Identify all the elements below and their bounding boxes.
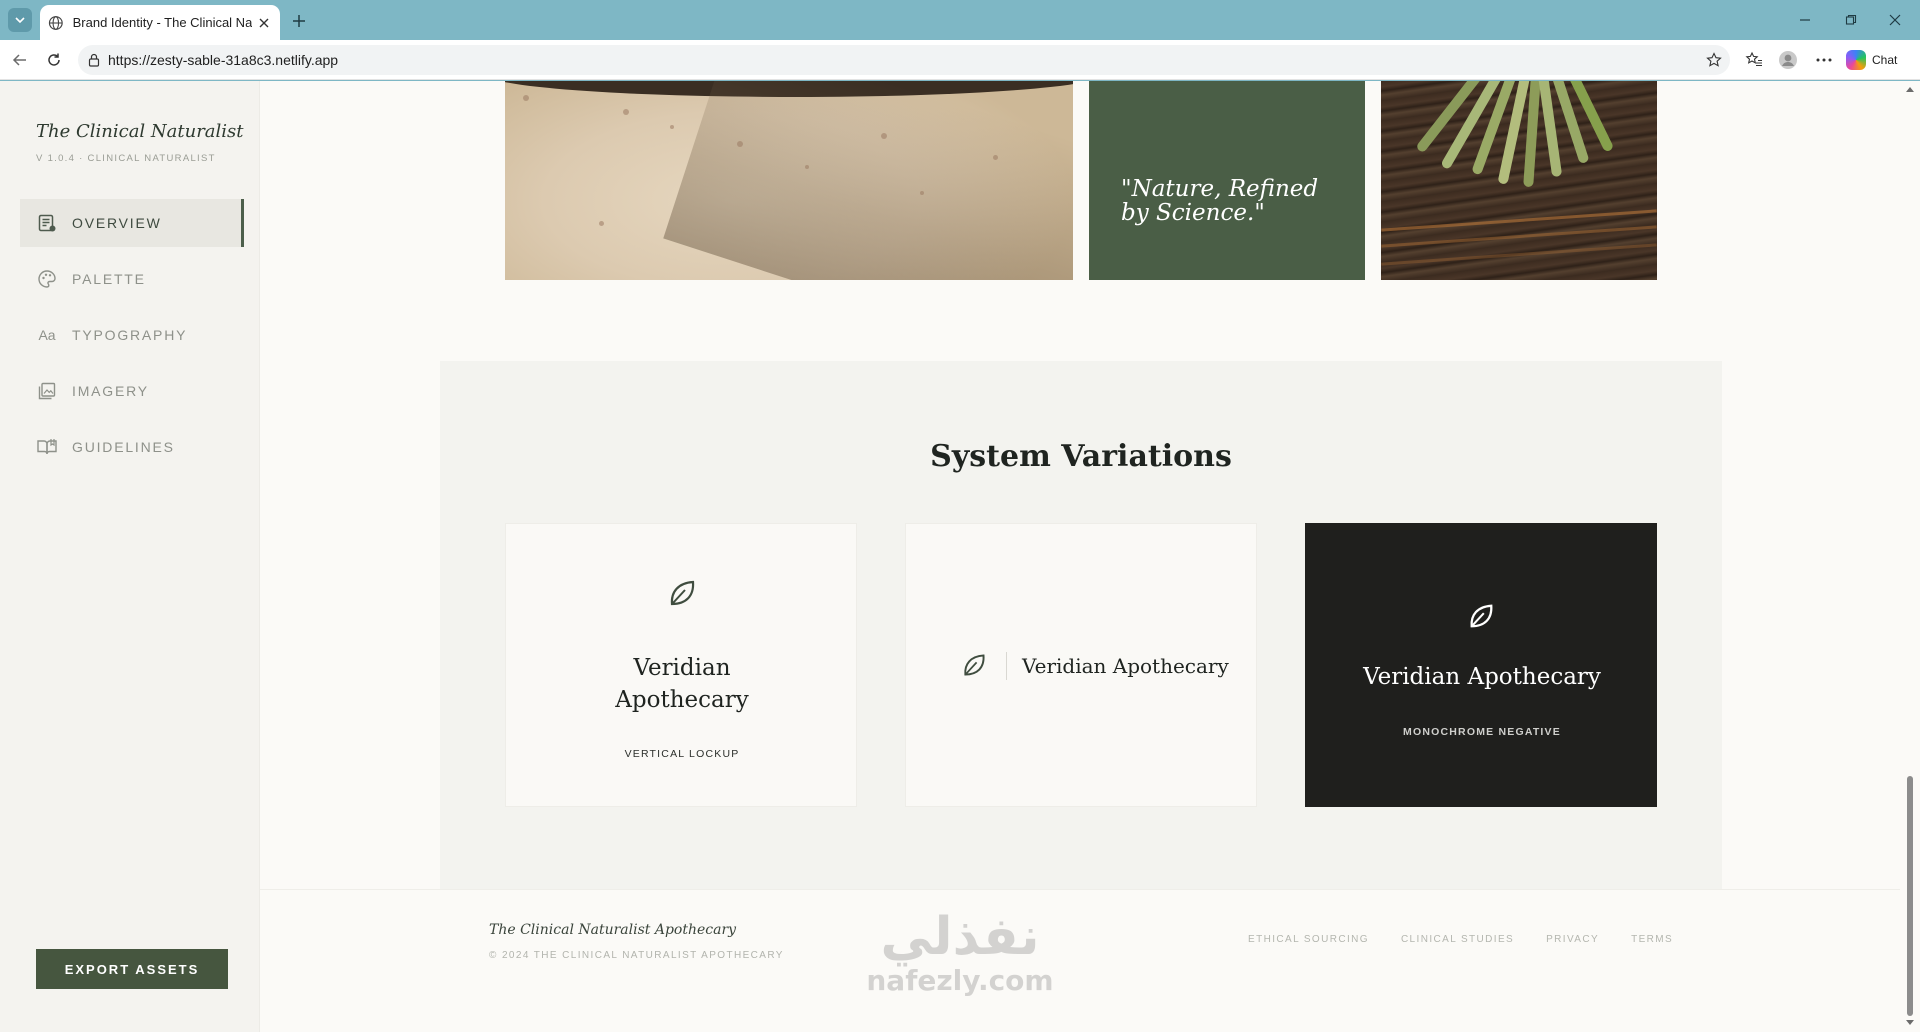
sidebar: The Clinical Naturalist V 1.0.4 · CLINIC… [0, 81, 260, 1032]
version-label: V 1.0.4 · CLINICAL NATURALIST [36, 153, 216, 164]
footer-copyright: © 2024 THE CLINICAL NATURALIST APOTHECAR… [489, 950, 784, 961]
footer-link-terms[interactable]: TERMS [1631, 934, 1673, 945]
variation-card-monochrome-negative: Veridian Apothecary MONOCHROME NEGATIVE [1305, 523, 1657, 807]
copilot-icon [1846, 50, 1866, 70]
main-content: "Nature, Refined by Science." System Var… [260, 81, 1900, 1032]
palette-icon [36, 268, 58, 290]
browser-tab-active[interactable]: Brand Identity - The Clinical Naturalist [40, 5, 280, 40]
botanical-image-stems [1381, 81, 1657, 280]
footer-link-privacy[interactable]: PRIVACY [1546, 934, 1599, 945]
sidebar-item-label: IMAGERY [72, 383, 149, 399]
footer-brand: The Clinical Naturalist Apothecary [489, 922, 737, 938]
logo-wordmark: Veridian Apothecary [615, 655, 749, 713]
watermark-latin: nafezly.com [866, 964, 1054, 997]
lockup-divider [1006, 652, 1007, 680]
sidebar-item-label: OVERVIEW [72, 215, 162, 231]
scrollbar-thumb[interactable] [1907, 776, 1913, 1016]
sidebar-item-label: PALETTE [72, 271, 146, 287]
variation-card-vertical: Veridian Apothecary VERTICAL LOCKUP [505, 523, 857, 807]
watermark-arabic: نفذلي [880, 907, 1040, 967]
avatar-icon [1779, 51, 1797, 69]
page-footer: The Clinical Naturalist Apothecary © 202… [260, 889, 1900, 1032]
brand-quote-card: "Nature, Refined by Science." [1089, 81, 1365, 280]
tab-title: Brand Identity - The Clinical Naturalist [72, 15, 253, 30]
sidebar-item-imagery[interactable]: IMAGERY [20, 367, 244, 415]
leaf-logo-icon [964, 654, 985, 676]
section-title: System Variations [930, 439, 1232, 474]
texture-image-sand [505, 81, 1073, 280]
new-tab-button[interactable] [288, 10, 310, 32]
logo-wordmark: Veridian Apothecary [1022, 654, 1229, 678]
brand-quote: "Nature, Refined by Science." [1121, 176, 1319, 226]
more-button[interactable] [1813, 49, 1835, 71]
lock-icon [88, 53, 100, 67]
overview-icon [36, 212, 58, 234]
close-window-button[interactable] [1880, 8, 1910, 32]
sidebar-item-typography[interactable]: Aa TYPOGRAPHY [20, 311, 244, 359]
sidebar-item-overview[interactable]: OVERVIEW [20, 199, 244, 247]
variation-caption: MONOCHROME NEGATIVE [1403, 726, 1561, 738]
back-button[interactable] [8, 48, 32, 72]
arrow-left-icon [12, 54, 26, 66]
leaf-logo-icon [1470, 604, 1493, 628]
chevron-down-icon [15, 17, 25, 24]
reload-icon [48, 53, 60, 66]
reload-button[interactable] [42, 48, 66, 72]
chat-label: Chat [1872, 53, 1898, 67]
typography-glyph: Aa [38, 327, 56, 343]
scroll-up-icon[interactable] [1904, 83, 1916, 95]
footer-links: ETHICAL SOURCING CLINICAL STUDIES PRIVAC… [1248, 934, 1673, 945]
watermark: نفذلي nafezly.com [850, 908, 1070, 996]
favorites-button[interactable] [1743, 49, 1765, 71]
variation-card-horizontal: Veridian Apothecary [905, 523, 1257, 807]
guidelines-icon [36, 436, 58, 458]
sidebar-item-palette[interactable]: PALETTE [20, 255, 244, 303]
footer-link-clinical-studies[interactable]: CLINICAL STUDIES [1401, 934, 1514, 945]
scroll-down-icon[interactable] [1904, 1017, 1916, 1029]
close-icon [1889, 14, 1901, 26]
restore-button[interactable] [1836, 8, 1866, 32]
variation-caption: VERTICAL LOCKUP [624, 748, 740, 760]
url-field[interactable]: https://zesty-sable-31a8c3.netlify.app [78, 45, 1730, 75]
favorites-icon [1745, 51, 1762, 67]
globe-icon [48, 15, 63, 30]
system-variations-section: System Variations Veridian Apothecary VE… [440, 361, 1722, 889]
restore-icon [1845, 14, 1857, 25]
chat-button[interactable]: Chat [1846, 48, 1897, 72]
sidebar-item-label: GUIDELINES [72, 439, 175, 455]
minimize-button[interactable] [1790, 8, 1820, 32]
star-icon[interactable] [1706, 52, 1722, 68]
more-icon [1816, 58, 1832, 62]
sidebar-item-label: TYPOGRAPHY [72, 327, 188, 343]
tab-list-button[interactable] [8, 8, 32, 32]
url-text: https://zesty-sable-31a8c3.netlify.app [108, 52, 339, 68]
plus-icon [293, 15, 305, 27]
footer-link-ethical-sourcing[interactable]: ETHICAL SOURCING [1248, 934, 1369, 945]
minimize-icon [1800, 19, 1810, 21]
imagery-icon [36, 380, 58, 402]
sidebar-nav: OVERVIEW PALETTE Aa TYPOGRAPHY IMAGERY G… [20, 199, 244, 479]
profile-button[interactable] [1777, 49, 1799, 71]
browser-tab-bar: Brand Identity - The Clinical Naturalist [0, 0, 1920, 40]
leaf-logo-icon [670, 580, 695, 606]
page-viewport: The Clinical Naturalist V 1.0.4 · CLINIC… [0, 81, 1920, 1032]
sidebar-item-guidelines[interactable]: GUIDELINES [20, 423, 244, 471]
page-scrollbar[interactable] [1900, 81, 1920, 1032]
export-assets-button[interactable]: EXPORT ASSETS [36, 949, 228, 989]
address-bar: https://zesty-sable-31a8c3.netlify.app C… [0, 40, 1920, 80]
brand-title: The Clinical Naturalist [36, 121, 244, 142]
close-icon[interactable] [256, 15, 272, 31]
typography-icon: Aa [36, 324, 58, 346]
logo-wordmark: Veridian Apothecary [1363, 664, 1601, 690]
